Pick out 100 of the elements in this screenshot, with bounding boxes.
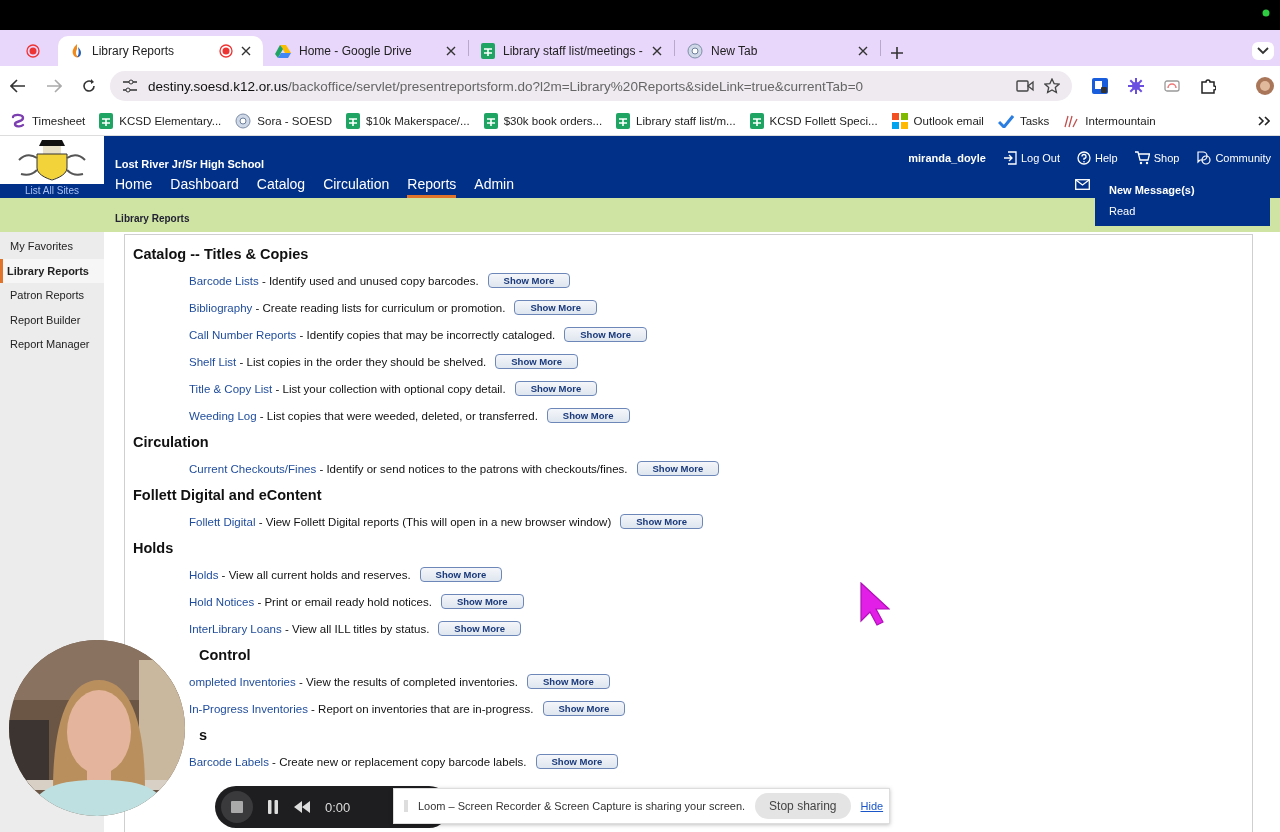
show-more-button[interactable]: Show More (440, 594, 524, 609)
sheet-icon (616, 112, 631, 129)
utility-link[interactable]: Help (1077, 151, 1118, 165)
bookmark[interactable]: Sora - SOESD (235, 112, 333, 129)
camera-icon[interactable] (1016, 80, 1034, 92)
list-all-sites-link[interactable]: List All Sites (25, 185, 79, 196)
report-link[interactable]: Hold Notices (189, 595, 255, 608)
bookmark[interactable]: KCSD Elementary... (99, 112, 222, 129)
plus-icon[interactable] (891, 47, 903, 59)
menu-item[interactable]: Read (1109, 205, 1256, 217)
bookmark[interactable]: KCSD Follett Speci... (749, 112, 878, 129)
rewind-icon[interactable] (293, 801, 311, 813)
breadcrumb: Library Reports (115, 213, 190, 224)
card-icon[interactable] (1164, 79, 1180, 93)
puzzle-icon[interactable] (1200, 78, 1216, 94)
sidebar-item[interactable]: Patron Reports (0, 283, 104, 308)
tab[interactable]: Home - Google Drive (263, 36, 468, 66)
report-link[interactable]: Current Checkouts/Fines (189, 462, 317, 475)
report-link[interactable]: InterLibrary Loans (189, 622, 282, 635)
report-description: Shelf List - List copies in the order they should be shelved. (189, 355, 487, 368)
report-description: ompleted Inventories - View the results of completed inventories. (189, 675, 518, 688)
close-icon[interactable] (858, 46, 868, 56)
report-link[interactable]: Title & Copy List (189, 382, 273, 395)
hide-link[interactable]: Hide (860, 800, 884, 812)
sidebar-item[interactable]: Report Builder (0, 307, 104, 332)
report-description: Weeding Log - List copies that were weeded, deleted, or transferred. (189, 409, 538, 422)
sunburst-icon[interactable] (1128, 78, 1144, 94)
bookmark[interactable]: Tasks (997, 113, 1050, 128)
show-more-button[interactable]: Show More (542, 701, 626, 716)
reload-icon[interactable] (82, 79, 96, 93)
stop-sharing-button[interactable]: Stop sharing (755, 793, 851, 819)
nav-tab[interactable]: Admin (474, 176, 514, 198)
show-more-button[interactable]: Show More (636, 461, 720, 476)
report-link[interactable]: Call Number Reports (189, 328, 297, 341)
timer: 0:00 (325, 799, 351, 815)
show-more-button[interactable]: Show More (419, 567, 503, 582)
lock-square-icon[interactable] (1092, 78, 1108, 94)
star-icon[interactable] (1044, 78, 1060, 94)
show-more-button[interactable]: Show More (487, 273, 571, 288)
grid-icon (891, 112, 908, 129)
report-description: Holds - View all current holds and reserves. (189, 568, 411, 581)
sidebar-item[interactable]: My Favorites (0, 234, 104, 259)
report-description: Current Checkouts/Fines - Identify or send notices to the patrons with checkouts/fines. (189, 462, 628, 475)
close-icon[interactable] (446, 46, 456, 56)
bookmark[interactable]: Library staff list/m... (616, 112, 736, 129)
bookmark[interactable]: Intermountain (1063, 113, 1156, 128)
report-link[interactable]: Weeding Log (189, 409, 257, 422)
mascot-logo-drawing (17, 138, 87, 182)
sheet-icon (346, 112, 361, 129)
report-link[interactable]: Barcode Labels (189, 755, 269, 768)
show-more-button[interactable]: Show More (514, 300, 598, 315)
report-link[interactable]: In-Progress Inventories (189, 702, 308, 715)
show-more-button[interactable]: Show More (620, 514, 703, 529)
report-link[interactable]: Holds (189, 568, 219, 581)
show-more-button[interactable]: Show More (438, 621, 522, 636)
section-heading: Catalog -- Titles & Copies (133, 245, 310, 264)
report-description: Barcode Lists - Identify used and unused copy barcodes. (189, 274, 479, 287)
utility-link[interactable]: Log Out (1002, 151, 1061, 165)
lines-icon (1063, 113, 1080, 128)
stop-button[interactable] (221, 791, 253, 823)
chevron-double-icon[interactable] (1258, 115, 1270, 126)
mail-icon[interactable] (1075, 179, 1090, 190)
bookmark[interactable]: Timesheet (10, 112, 86, 129)
nav-tab[interactable]: Dashboard (170, 176, 239, 198)
sheet-icon (483, 112, 498, 129)
show-more-button[interactable]: Show More (527, 674, 610, 689)
show-more-button[interactable]: Show More (546, 408, 630, 423)
utility-link[interactable]: Community (1196, 151, 1271, 165)
check-icon (997, 113, 1014, 128)
tab[interactable]: Library Reports (58, 36, 263, 66)
bookmark[interactable]: $30k book orders... (483, 112, 603, 129)
report-link[interactable]: Bibliography (189, 301, 253, 314)
bookmark[interactable]: Outlook email (891, 112, 984, 129)
avatar-icon[interactable] (1256, 77, 1274, 95)
cursor-icon (860, 582, 890, 626)
tune-icon[interactable] (122, 79, 138, 93)
show-more-button[interactable]: Show More (564, 327, 647, 342)
report-link[interactable]: Follett Digital (189, 515, 256, 528)
pause-icon[interactable] (267, 800, 279, 814)
chevron-down-icon[interactable] (1257, 47, 1269, 55)
close-icon[interactable] (652, 46, 662, 56)
sidebar-item[interactable]: Library Reports (0, 258, 104, 283)
bookmark[interactable]: $10k Makerspace/... (346, 112, 470, 129)
nav-tab[interactable]: Home (115, 176, 153, 198)
back-icon[interactable] (10, 79, 26, 93)
sidebar-item[interactable]: Report Manager (0, 332, 104, 357)
drag-handle-icon[interactable] (404, 800, 408, 812)
tab[interactable]: Library staff list/meetings - (469, 36, 674, 66)
address-bar[interactable]: destiny.soesd.k12.or.us/backoffice/servlet/presentreportsform.do?l2m=Library%20Reports&sideLink=true&currentTab=0 (110, 71, 1072, 101)
tab[interactable]: New Tab (675, 36, 880, 66)
close-icon[interactable] (241, 46, 251, 56)
show-more-button[interactable]: Show More (495, 354, 578, 369)
report-link[interactable]: Shelf List (189, 355, 237, 368)
report-link[interactable]: Barcode Lists (189, 274, 259, 287)
show-more-button[interactable]: Show More (514, 381, 598, 396)
nav-tab[interactable]: Circulation (323, 176, 390, 198)
nav-tab[interactable]: Catalog (256, 176, 306, 198)
report-link[interactable]: ompleted Inventories (189, 675, 296, 688)
utility-link[interactable]: Shop (1134, 151, 1180, 165)
show-more-button[interactable]: Show More (535, 754, 619, 769)
